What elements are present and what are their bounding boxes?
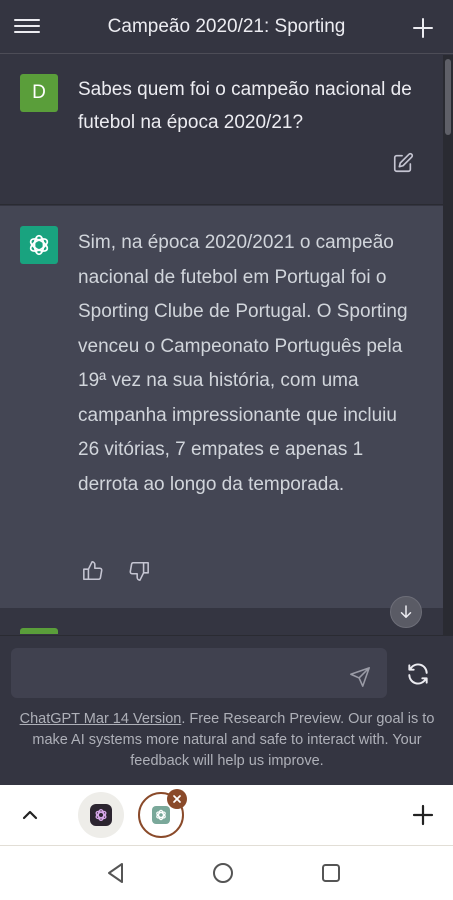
thumbs-down-button[interactable] [128, 560, 150, 582]
assistant-message: Sim, na época 2020/2021 o campeão nacion… [0, 206, 443, 608]
close-tab-button[interactable] [167, 789, 187, 809]
user-message: D Sabes quem foi o campeão nacional de f… [0, 55, 443, 205]
home-circle-icon [213, 863, 233, 883]
plus-icon [412, 804, 434, 826]
user-message-text: Sabes quem foi o campeão nacional de fut… [78, 79, 412, 133]
regenerate-button[interactable] [405, 661, 431, 687]
browser-tab-1[interactable] [78, 792, 124, 838]
conversation-title: Campeão 2020/21: Sporting [107, 16, 346, 37]
close-icon [173, 795, 181, 803]
assistant-message-text: Sim, na época 2020/2021 o campeão nacion… [78, 232, 408, 495]
user-avatar: D [20, 74, 58, 112]
app-icon [90, 804, 112, 826]
plus-icon [413, 18, 433, 38]
refresh-icon [408, 663, 428, 685]
recents-square-icon [322, 864, 340, 882]
edit-message-button[interactable] [392, 152, 414, 174]
home-button[interactable] [211, 861, 235, 885]
scroll-to-bottom-button[interactable] [390, 596, 422, 628]
footer-disclaimer: ChatGPT Mar 14 Version. Free Research Pr… [12, 709, 442, 772]
thumbs-down-icon [129, 561, 149, 581]
system-navigation-bar [0, 846, 453, 900]
edit-icon [393, 152, 414, 173]
scrollbar-thumb[interactable] [445, 59, 451, 135]
conversation-scrollbar[interactable] [443, 55, 453, 635]
assistant-avatar [20, 226, 58, 264]
thumbs-up-icon [83, 561, 103, 581]
version-link[interactable]: ChatGPT Mar 14 Version [20, 711, 182, 727]
expand-tabs-button[interactable] [18, 803, 42, 827]
message-input[interactable] [11, 648, 387, 698]
send-button[interactable] [349, 666, 371, 688]
chevron-up-icon [22, 810, 38, 820]
next-message-avatar [20, 628, 58, 634]
back-triangle-icon [108, 863, 123, 883]
send-icon [350, 667, 370, 687]
back-button[interactable] [104, 861, 128, 885]
new-chat-button[interactable] [411, 12, 435, 42]
top-bar: Campeão 2020/21: Sporting [0, 0, 453, 54]
browser-tab-bar [0, 785, 453, 845]
hamburger-menu-icon[interactable] [14, 15, 42, 39]
chatgpt-icon [152, 806, 170, 824]
arrow-down-icon [400, 605, 412, 618]
new-tab-button[interactable] [411, 803, 435, 827]
recents-button[interactable] [319, 861, 343, 885]
thumbs-up-button[interactable] [82, 560, 104, 582]
composer-area: ChatGPT Mar 14 Version. Free Research Pr… [0, 635, 453, 785]
openai-logo-icon [29, 234, 49, 256]
